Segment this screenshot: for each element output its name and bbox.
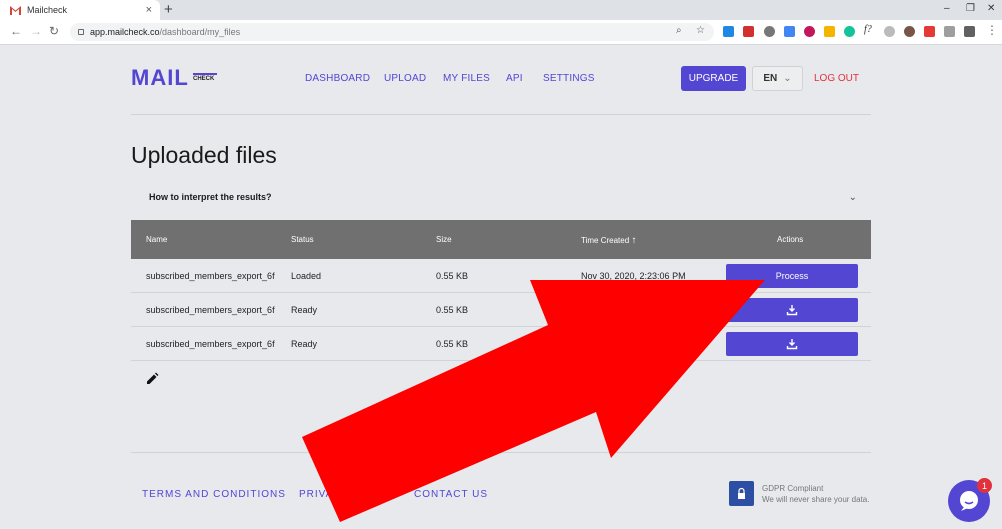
footer-contact-link[interactable]: CONTACT US xyxy=(414,489,488,500)
gdpr-shield-icon xyxy=(729,481,754,506)
page-title: Uploaded files xyxy=(131,142,277,168)
file-name: subscribed_members_export_6f xyxy=(146,339,275,349)
maximize-button[interactable]: ❐ xyxy=(966,3,975,14)
file-name: subscribed_members_export_6f xyxy=(146,305,275,315)
browser-tab-bar: Mailcheck × + – ❐ ✕ xyxy=(0,0,1002,20)
accordion-question: How to interpret the results? xyxy=(149,192,272,202)
nav-settings[interactable]: SETTINGS xyxy=(543,73,595,84)
extension-icon[interactable] xyxy=(784,26,795,37)
download-button[interactable] xyxy=(726,332,858,356)
nav-my-files[interactable]: MY FILES xyxy=(443,73,490,84)
footer-privacy-link[interactable]: PRIVA xyxy=(299,489,333,500)
file-status: Ready xyxy=(291,339,318,349)
address-bar: ← → ↻ app.mailcheck.co/dashboard/my_file… xyxy=(0,20,1002,45)
chevron-down-icon[interactable]: ⌄ xyxy=(849,192,857,203)
results-accordion[interactable]: How to interpret the results? ⌄ xyxy=(131,180,871,220)
gmail-favicon-icon xyxy=(10,5,21,15)
table-row: subscribed_members_export_6f Ready 0.55 … xyxy=(131,293,871,327)
tab-title: Mailcheck xyxy=(27,5,68,15)
file-name: subscribed_members_export_6f xyxy=(146,271,275,281)
wordpress-extension-icon[interactable] xyxy=(764,26,775,37)
upgrade-button[interactable]: UPGRADE xyxy=(681,66,746,91)
table-header: Name Status Size Time Created ↑ Actions xyxy=(131,220,871,259)
table-row: subscribed_members_export_6f Loaded 0.55… xyxy=(131,259,871,293)
sort-arrow-icon: ↑ xyxy=(631,235,637,246)
gdpr-text: We will never share your data. xyxy=(762,495,870,504)
chat-notification-badge: 1 xyxy=(977,478,992,493)
language-select[interactable]: EN ⌄ xyxy=(752,66,803,91)
header-actions: Actions xyxy=(777,235,804,244)
function-extension-icon[interactable]: f? xyxy=(864,24,875,35)
footer-terms-link[interactable]: TERMS AND CONDITIONS xyxy=(142,489,286,500)
header-time-created[interactable]: Time Created ↑ xyxy=(581,235,636,246)
file-status: Loaded xyxy=(291,271,322,281)
process-button[interactable]: Process xyxy=(726,264,858,288)
language-value: EN xyxy=(763,73,778,84)
file-status: Ready xyxy=(291,305,318,315)
zoom-icon[interactable]: ⌕ xyxy=(676,25,682,36)
lock-icon xyxy=(78,29,84,35)
table-row: subscribed_members_export_6f Ready 0.55 … xyxy=(131,327,871,361)
nav-dashboard[interactable]: DASHBOARD xyxy=(305,73,370,84)
header-status[interactable]: Status xyxy=(291,235,314,244)
back-arrow-icon[interactable]: ← xyxy=(10,24,22,38)
pencil-edit-icon[interactable] xyxy=(145,372,159,386)
header-name[interactable]: Name xyxy=(146,235,167,244)
url-path: /dashboard/my_files xyxy=(159,27,241,37)
mailcheck-logo[interactable]: MAIL CHECK xyxy=(131,65,217,91)
download-button[interactable] xyxy=(726,298,858,322)
extension-icon[interactable] xyxy=(884,26,895,37)
extension-icon[interactable] xyxy=(944,26,955,37)
logo-sub: CHECK xyxy=(193,73,217,82)
logout-link[interactable]: LOG OUT xyxy=(814,73,859,84)
nav-upload[interactable]: UPLOAD xyxy=(384,73,426,84)
footer-divider xyxy=(131,452,871,453)
new-tab-button[interactable]: + xyxy=(164,1,173,18)
download-icon xyxy=(786,305,798,316)
chat-bubble-icon xyxy=(960,491,978,511)
puzzle-extensions-icon[interactable] xyxy=(964,26,975,37)
logo-main: MAIL xyxy=(131,65,189,90)
extension-icon[interactable] xyxy=(723,26,734,37)
gdpr-title: GDPR Compliant xyxy=(762,484,824,493)
nav-api[interactable]: API xyxy=(506,73,523,84)
extension-icon[interactable] xyxy=(743,26,754,37)
minimize-button[interactable]: – xyxy=(944,3,950,14)
extension-icon[interactable] xyxy=(904,26,915,37)
reload-icon[interactable]: ↻ xyxy=(49,24,59,38)
browser-tab[interactable]: Mailcheck × xyxy=(0,0,160,20)
file-size: 0.55 KB xyxy=(436,305,469,315)
bookmark-star-icon[interactable]: ☆ xyxy=(696,25,705,36)
forward-arrow-icon[interactable]: → xyxy=(30,24,42,38)
url-input[interactable]: app.mailcheck.co/dashboard/my_files ⌕ ☆ xyxy=(70,23,714,41)
download-icon xyxy=(786,339,798,350)
extension-icon[interactable] xyxy=(924,26,935,37)
divider xyxy=(131,114,871,115)
close-window-button[interactable]: ✕ xyxy=(987,3,995,14)
header-size[interactable]: Size xyxy=(436,235,452,244)
kebab-menu-icon[interactable]: ⋮ xyxy=(986,23,998,37)
file-time: Nov 30, 2020, 2:23:06 PM xyxy=(581,271,686,281)
tab-close-icon[interactable]: × xyxy=(146,4,152,16)
extension-icon[interactable] xyxy=(824,26,835,37)
grammarly-extension-icon[interactable] xyxy=(844,26,855,37)
file-size: 0.55 KB xyxy=(436,339,469,349)
extension-icon[interactable] xyxy=(804,26,815,37)
url-host: app.mailcheck.co xyxy=(90,27,160,37)
file-size: 0.55 KB xyxy=(436,271,469,281)
chevron-down-icon: ⌄ xyxy=(783,73,792,84)
